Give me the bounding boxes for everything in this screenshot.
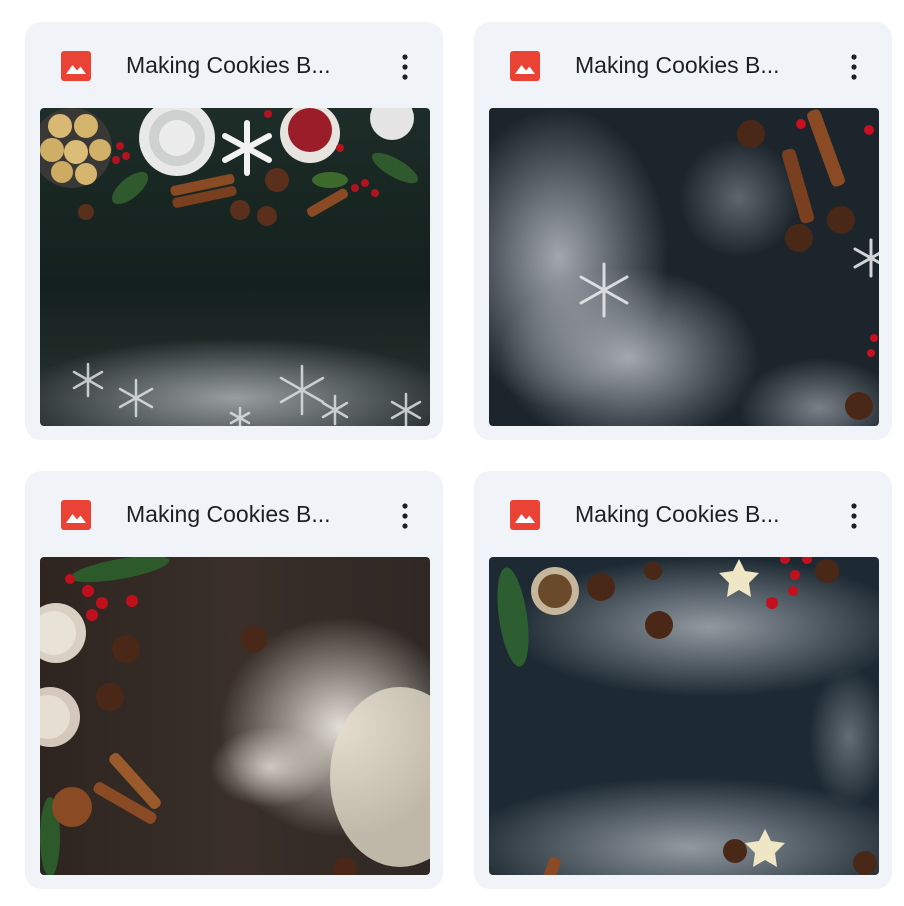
image-file-icon (61, 51, 91, 81)
image-file-icon (510, 500, 540, 530)
file-card[interactable]: Making Cookies B... (25, 471, 443, 889)
file-card-header: Making Cookies B... (474, 471, 892, 557)
more-options-button[interactable] (836, 46, 872, 86)
more-vert-icon (851, 503, 857, 529)
thumbnail-image (489, 108, 879, 426)
more-vert-icon (402, 503, 408, 529)
image-file-icon (61, 500, 91, 530)
file-grid: Making Cookies B... Making Cookies B... … (0, 0, 904, 906)
file-title[interactable]: Making Cookies B... (575, 50, 825, 80)
file-thumbnail[interactable] (489, 108, 879, 426)
more-vert-icon (851, 54, 857, 80)
file-thumbnail[interactable] (40, 108, 430, 426)
file-card-header: Making Cookies B... (25, 471, 443, 557)
more-vert-icon (402, 54, 408, 80)
more-options-button[interactable] (387, 46, 423, 86)
thumbnail-image (40, 108, 430, 426)
more-options-button[interactable] (836, 495, 872, 535)
file-thumbnail[interactable] (489, 557, 879, 875)
file-card[interactable]: Making Cookies B... (25, 22, 443, 440)
file-title[interactable]: Making Cookies B... (126, 50, 376, 80)
file-card[interactable]: Making Cookies B... (474, 22, 892, 440)
file-card[interactable]: Making Cookies B... (474, 471, 892, 889)
image-file-icon (510, 51, 540, 81)
thumbnail-image (489, 557, 879, 875)
file-thumbnail[interactable] (40, 557, 430, 875)
file-title[interactable]: Making Cookies B... (575, 499, 825, 529)
more-options-button[interactable] (387, 495, 423, 535)
file-card-header: Making Cookies B... (474, 22, 892, 108)
thumbnail-image (40, 557, 430, 875)
file-card-header: Making Cookies B... (25, 22, 443, 108)
file-title[interactable]: Making Cookies B... (126, 499, 376, 529)
